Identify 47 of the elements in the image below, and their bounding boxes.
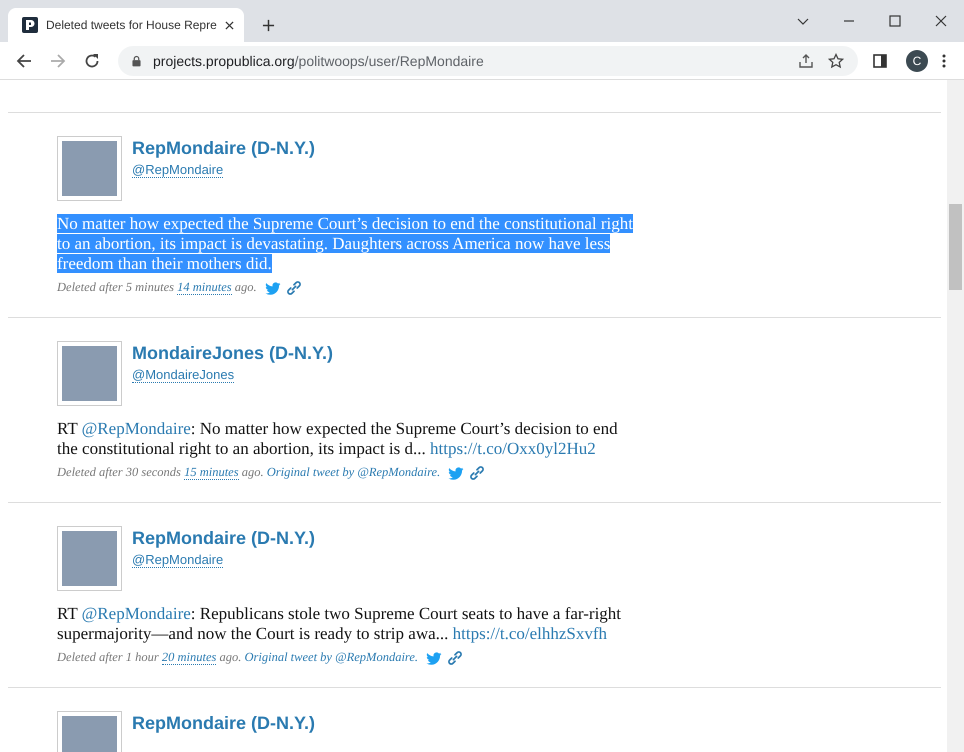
browser-tab[interactable]: Deleted tweets for House Repre [8,8,244,42]
tweet-meta: Deleted after 30 seconds 15 minutes ago. Original tweet by @RepMondaire. [57,465,440,480]
url-text: projects.propublica.org/politwoops/user/RepMondaire [153,52,484,68]
mention-link[interactable]: @RepMondaire [82,419,191,438]
user-name-link[interactable]: RepMondaire (D-N.Y.) [132,527,316,549]
lock-icon [132,54,141,66]
profile-avatar[interactable]: C [906,50,928,72]
side-panel-icon[interactable] [872,52,888,68]
bird-icon[interactable] [448,466,464,480]
original-tweet-link[interactable]: Original tweet by @RepMondaire. [266,465,440,479]
tweet-text: No matter how expected the Supreme Court’s decision to end the constitutional right to an abortion, its impact is devastating. Daughters across America now have less freedom than their mothers did. [57,214,634,274]
site-logo-icon [22,17,38,33]
url-link[interactable]: https://t.co/elhhzSxvfh [452,624,608,643]
user-handle-link[interactable]: @RepMondaire [132,162,224,178]
share-icon[interactable] [798,52,814,68]
scrollbar[interactable] [947,80,964,752]
reload-icon[interactable] [84,52,100,68]
mention-link[interactable]: @RepMondaire [82,604,191,623]
new-tab-icon[interactable] [262,19,275,32]
tweet-text: RT @RepMondaire: No matter how expected the Supreme Court’s decision to end the constitutional right to an abortion, its impact is d... https://t.co/Oxx0yl2Hu2 [57,419,619,459]
original-tweet-link[interactable]: Original tweet by @RepMondaire. [244,650,418,664]
time-link[interactable]: 20 minutes [162,650,216,665]
user-handle-link[interactable]: @MondaireJones [132,367,234,383]
bird-icon[interactable] [264,280,281,294]
scrollbar-thumb[interactable] [949,204,962,290]
link-icon[interactable] [470,466,484,480]
time-link[interactable]: 14 minutes [177,280,232,295]
close-icon[interactable] [935,15,947,27]
back-arrow-icon[interactable] [16,52,32,68]
maximize-icon[interactable] [889,15,901,27]
url-link[interactable]: https://t.co/Oxx0yl2Hu2 [430,439,596,458]
bird-icon[interactable] [426,650,442,664]
close-icon[interactable] [225,20,234,30]
user-name-link[interactable]: RepMondaire (D-N.Y.) [132,712,316,734]
menu-icon[interactable] [942,52,946,68]
link-icon[interactable] [286,280,301,294]
user-handle-link[interactable]: @RepMondaire [132,552,224,568]
tweet-meta: Deleted after 5 minutes 14 minutes ago. [57,280,257,295]
time-link[interactable]: 15 minutes [184,465,239,480]
address-bar[interactable]: projects.propublica.org/politwoops/user/RepMondaire [118,46,858,76]
user-name-link[interactable]: MondaireJones (D-N.Y.) [132,342,334,364]
user-name-link[interactable]: RepMondaire (D-N.Y.) [132,137,316,159]
link-icon[interactable] [448,650,462,664]
star-icon[interactable] [828,52,844,68]
tab-title: Deleted tweets for House Repre [46,18,217,32]
tweet-meta: Deleted after 1 hour 20 minutes ago. Original tweet by @RepMondaire. [57,650,418,665]
tweet-text: RT @RepMondaire: Republicans stole two Supreme Court seats to have a far-right supermajority—and now the Court is ready to strip awa... https://t.co/elhhzSxvfh [57,604,622,644]
